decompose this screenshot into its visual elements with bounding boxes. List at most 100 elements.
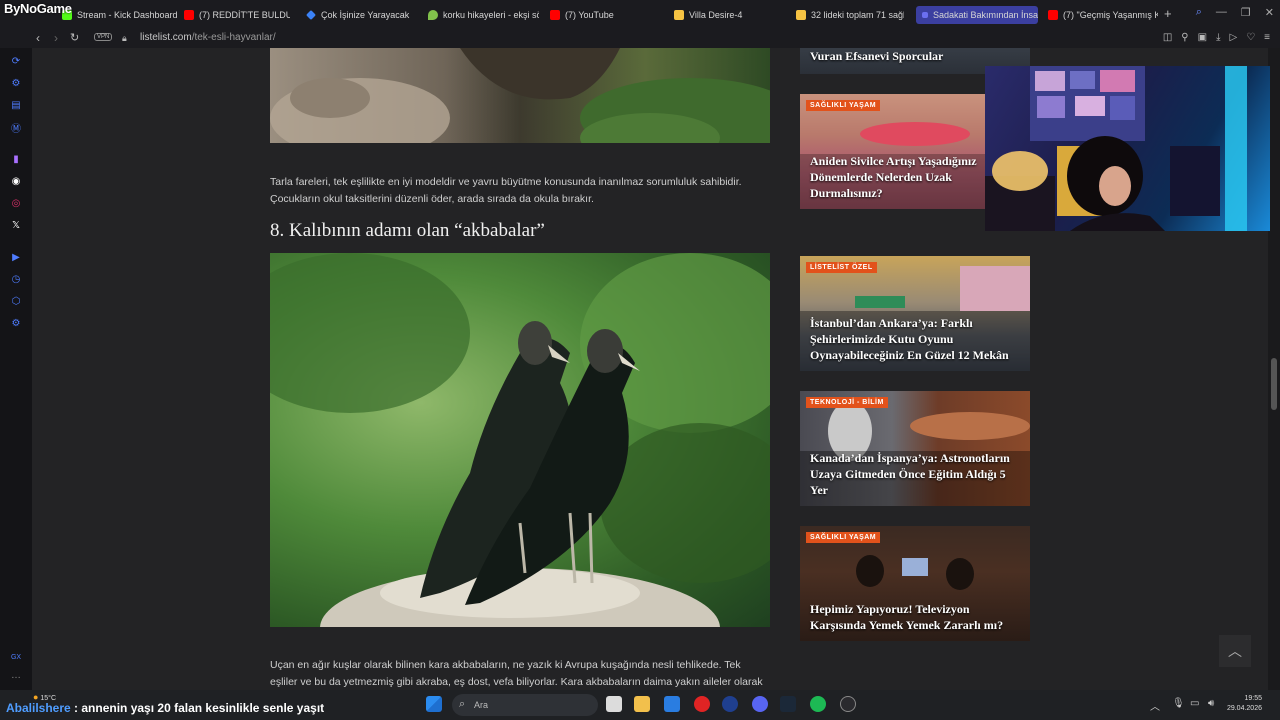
task-view-icon[interactable] — [606, 696, 622, 712]
search-icon[interactable]: ⌕ — [1196, 6, 1202, 19]
spotify-icon[interactable] — [810, 696, 826, 712]
note-icon — [796, 10, 806, 20]
gx-control-icon[interactable]: ⚙ — [9, 76, 23, 90]
related-card-title: Hepimiz Yapıyoruz! Televizyon Karşısında… — [810, 602, 1004, 632]
display-icon[interactable]: ▭ — [1190, 698, 1199, 709]
file-explorer-icon[interactable] — [634, 696, 650, 712]
address-bar-row: ‹ › ↻ VPN 🔒︎ listelist.com/tek-esli-hayv… — [0, 30, 1280, 48]
reload-icon[interactable]: ↻ — [70, 31, 79, 44]
pin-icon[interactable]: ⚲ — [1181, 32, 1188, 43]
tab-bar: ByNoGame Stream - Kick Dashboard (7) RED… — [0, 0, 1280, 30]
download-icon[interactable]: ⤓ — [1216, 32, 1220, 43]
windows-start-icon[interactable] — [426, 696, 442, 712]
chat-username: Abalilshere — [6, 701, 71, 715]
scroll-to-top-button[interactable]: ︿ — [1219, 635, 1251, 667]
chat-ticker-overlay: Abalilshere : annenin yaşı 20 falan kesi… — [6, 701, 324, 715]
lock-icon: 🔒︎ — [122, 33, 127, 43]
chevron-up-icon: ︿ — [1228, 643, 1242, 659]
category-badge[interactable]: SAĞLIKLI YAŞAM — [806, 532, 881, 543]
vpn-badge[interactable]: VPN — [94, 33, 113, 41]
listelist-icon — [922, 12, 928, 18]
tab-saglik[interactable]: 32 lideki toplam 71 sağlık — [792, 6, 904, 24]
twitch-icon[interactable]: ▮ — [9, 152, 23, 166]
close-icon[interactable]: ✕ — [1265, 6, 1274, 19]
tab-reddit-video[interactable]: (7) REDDİT'TE BULDUĞ — [180, 6, 290, 24]
related-card[interactable]: LİSTELİST ÖZEL İstanbul’dan Ankara’ya: F… — [800, 256, 1030, 371]
windows-taskbar: ● 15°C Abalilshere : annenin yaşı 20 fal… — [0, 690, 1280, 720]
history-icon[interactable]: ◷ — [9, 272, 23, 286]
tab-label: (7) YouTube — [565, 10, 614, 20]
tab-label: (7) "Geçmiş Yaşanmış Ka — [1063, 10, 1158, 20]
vpn-shield-icon — [306, 10, 316, 20]
youtube-icon — [550, 10, 560, 20]
tab-label: (7) REDDİT'TE BULDUĞ — [199, 10, 290, 20]
related-card[interactable]: TEKNOLOJİ - BİLİM Kanada’dan İspanya’ya:… — [800, 391, 1030, 506]
window-controls: ⌕ — ❐ ✕ — [1196, 6, 1274, 19]
tab-sadakati-active[interactable]: Sadakati Bakımından İnsan — [916, 6, 1038, 24]
tab-label: 32 lideki toplam 71 sağlık — [811, 10, 904, 20]
menu-icon[interactable]: ≡ — [1264, 32, 1270, 43]
snapshot-icon[interactable]: ▣ — [1198, 32, 1207, 43]
forward-icon[interactable]: › — [54, 31, 58, 45]
discord-icon[interactable]: ◉ — [9, 174, 23, 188]
youtube-icon — [1048, 10, 1058, 20]
scrollbar-thumb[interactable] — [1271, 358, 1277, 410]
url-path: /tek-esli-hayvanlar/ — [191, 32, 276, 43]
speed-dial-icon[interactable]: ⟳ — [9, 54, 23, 68]
tab-gecmis[interactable]: (7) "Geçmiş Yaşanmış Ka — [1044, 6, 1158, 24]
search-placeholder: Ara — [474, 700, 489, 710]
category-badge[interactable]: LİSTELİST ÖZEL — [806, 262, 877, 273]
note-icon — [674, 10, 684, 20]
taskbar-search[interactable]: ⌕ Ara — [452, 694, 598, 716]
tab-youtube[interactable]: (7) YouTube — [546, 6, 656, 24]
opera-gx-icon[interactable] — [840, 696, 856, 712]
heart-icon[interactable]: ♡ — [1246, 32, 1255, 43]
back-icon[interactable]: ‹ — [36, 31, 40, 45]
related-card-title: İstanbul’dan Ankara’ya: Farklı Şehirleri… — [810, 316, 1009, 362]
category-badge[interactable]: TEKNOLOJİ - BİLİM — [806, 397, 888, 408]
article-image-vultures — [270, 253, 770, 627]
minimize-icon[interactable]: — — [1216, 6, 1227, 19]
tray-chevron-icon[interactable]: ︿ — [1150, 698, 1160, 713]
mods-icon[interactable]: ▤ — [9, 98, 23, 112]
opera-icon[interactable] — [694, 696, 710, 712]
steam-icon[interactable] — [780, 696, 796, 712]
new-tab-button[interactable]: + — [1164, 6, 1172, 21]
settings-icon[interactable]: ⚙ — [9, 316, 23, 330]
extensions-icon[interactable]: ⬡ — [9, 294, 23, 308]
ea-app-icon[interactable] — [722, 696, 738, 712]
player-icon[interactable]: ▷ — [1229, 32, 1237, 43]
article-heading: 8. Kalıbının adamı olan “akbabalar” — [270, 220, 545, 241]
maximize-icon[interactable]: ❐ — [1241, 6, 1251, 19]
discord-icon[interactable] — [752, 696, 768, 712]
x-twitter-icon[interactable]: 𝕏 — [9, 218, 23, 232]
microphone-icon[interactable]: 🎙︎ — [1172, 698, 1185, 709]
chat-message: : annenin yaşı 20 falan kesinlikle senle… — [70, 701, 325, 715]
taskbar-clock[interactable]: 19:55 29.04.2026 — [1227, 694, 1262, 714]
address-bar-actions: ◫ ⚲ ▣ ⤓ ▷ ♡ ≡ — [1163, 32, 1270, 43]
tab-kick-dashboard[interactable]: Stream - Kick Dashboard — [58, 6, 180, 24]
messenger-icon[interactable]: Ⓜ — [9, 120, 23, 135]
eksi-drop-icon — [428, 10, 438, 20]
instagram-icon[interactable]: ◎ — [9, 196, 23, 210]
category-badge[interactable]: SAĞLIKLI YAŞAM — [806, 100, 881, 111]
tab-label: Stream - Kick Dashboard — [77, 10, 178, 20]
more-icon[interactable]: … — [9, 668, 23, 682]
url-domain: listelist.com — [140, 32, 192, 43]
split-view-icon[interactable]: ◫ — [1163, 32, 1172, 43]
player-icon[interactable]: ▶ — [9, 250, 23, 264]
search-icon: ⌕ — [459, 698, 466, 710]
outlook-icon[interactable] — [664, 696, 680, 712]
tab-eksi[interactable]: korku hikayeleri - ekşi sö — [424, 6, 539, 24]
url-field[interactable]: listelist.com/tek-esli-hayvanlar/ — [140, 32, 276, 43]
webcam-scene — [985, 66, 1247, 231]
tab-article[interactable]: Çok İşinize Yarayacak Ha — [302, 6, 412, 24]
article-paragraph: Uçan en ağır kuşlar olarak bilinen kara … — [270, 659, 763, 688]
volume-icon[interactable]: 🔊︎ — [1208, 698, 1214, 709]
youtube-icon — [184, 10, 194, 20]
tab-villa-desire[interactable]: Villa Desire-4 — [670, 6, 780, 24]
gx-label: GX — [10, 653, 22, 661]
related-card-title: Kanada’dan İspanya’ya: Astronotların Uza… — [810, 451, 1010, 497]
related-card[interactable]: SAĞLIKLI YAŞAM Hepimiz Yapıyoruz! Televi… — [800, 526, 1030, 641]
stream-brand-overlay: ByNoGame — [4, 1, 72, 16]
